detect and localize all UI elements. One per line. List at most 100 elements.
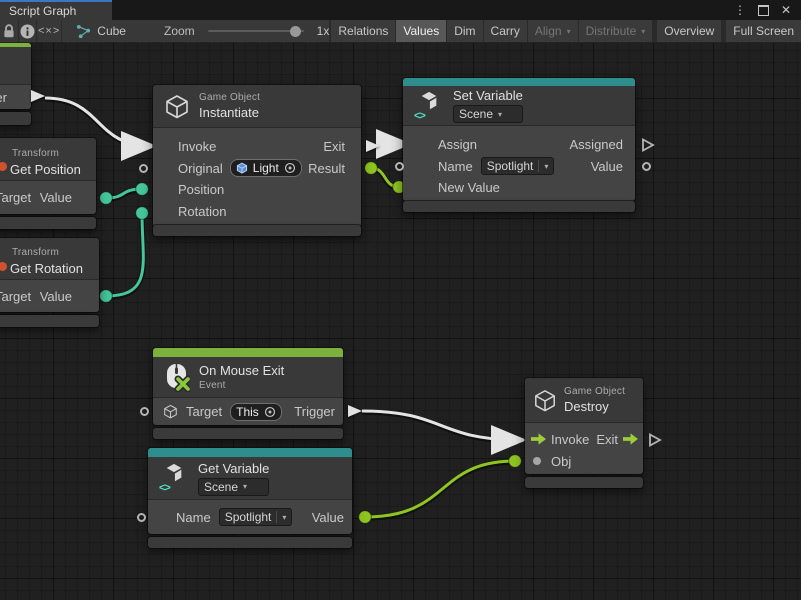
toolbar-button-full-screen[interactable]: Full Screen — [725, 20, 801, 42]
chevron-down-icon: ▾ — [544, 162, 548, 171]
variable-scope-dropdown[interactable]: Scene ▾ — [453, 105, 523, 123]
object-picker-icon[interactable] — [284, 162, 296, 174]
port-row-target-value: Target Value — [0, 280, 99, 312]
node-get-variable[interactable]: <> Get Variable Scene ▾ Name Spotlight ▾… — [148, 448, 352, 534]
node-header: Game Object Destroy — [525, 378, 643, 423]
original-input-port[interactable] — [139, 164, 148, 173]
value-label: Value — [591, 159, 623, 174]
toolbar-button-align[interactable]: Align▾ — [527, 20, 578, 42]
variable-name-dropdown[interactable]: Spotlight ▾ — [219, 508, 293, 526]
node-title: Get Rotation — [10, 261, 83, 276]
toolbar-button-overview[interactable]: Overview — [656, 20, 721, 42]
node-footer — [403, 201, 635, 212]
port-row-name-value: Name Spotlight ▾ Value — [403, 155, 635, 177]
port-row-obj: Obj — [525, 450, 643, 472]
game-object-cube-icon — [163, 404, 178, 419]
mouse-exit-icon — [164, 362, 190, 392]
name-label: Name — [176, 510, 211, 525]
node-footer — [0, 112, 31, 125]
toolbar-button-relations[interactable]: Relations — [330, 20, 395, 42]
info-button[interactable] — [19, 20, 37, 42]
button-label: Values — [403, 24, 439, 38]
port-row-invoke-exit: Invoke Exit — [153, 136, 361, 157]
title-bar: Script Graph ⋮ ✕ — [0, 0, 801, 20]
original-object-field[interactable]: Light — [230, 159, 302, 177]
button-label: Align — [535, 24, 562, 38]
port-row-invoke-exit: Invoke Exit — [525, 428, 643, 450]
node-category: Transform — [12, 148, 59, 159]
game-object-cube-icon — [164, 94, 190, 119]
unity-script-graph-window: { "titlebar": { "tab_title": "Script Gra… — [0, 0, 801, 600]
value-label: Value — [40, 190, 72, 205]
value-output-port[interactable] — [642, 162, 651, 171]
chevron-down-icon: ▾ — [641, 27, 645, 36]
toolbar-button-dim[interactable]: Dim — [446, 20, 482, 42]
graph-icon — [76, 24, 91, 39]
connection-getposition-value-to-instantiate-position[interactable] — [100, 183, 149, 205]
trigger-output-port[interactable] — [31, 90, 45, 102]
object-picker-icon[interactable] — [264, 406, 276, 418]
zoom-slider-handle[interactable] — [290, 26, 301, 37]
graph-name: Cube — [97, 24, 126, 38]
chevron-down-icon: ▾ — [243, 482, 247, 491]
toolbar-button-values[interactable]: Values — [395, 20, 446, 42]
exit-output-port[interactable] — [648, 433, 662, 447]
connection-mouseexit-trigger-to-destroy-invoke[interactable] — [362, 411, 521, 441]
port-row-trigger: Trigger — [0, 85, 31, 109]
node-instantiate[interactable]: Game Object Instantiate Invoke Exit Orig… — [153, 85, 361, 227]
trigger-label: Trigger — [294, 404, 335, 419]
toolbar-button-distribute[interactable]: Distribute▾ — [578, 20, 653, 42]
variable-scope-dropdown[interactable]: Scene ▾ — [198, 478, 269, 496]
lock-button[interactable] — [0, 20, 19, 42]
name-value: Spotlight — [487, 159, 534, 173]
node-category: Game Object — [564, 386, 625, 397]
node-footer — [153, 428, 343, 439]
node-footer — [525, 477, 643, 488]
connection-getrotation-value-to-instantiate-rotation[interactable] — [100, 207, 149, 303]
scope-value: Scene — [459, 107, 493, 121]
result-label: Result — [308, 161, 345, 176]
node-set-variable[interactable]: <> Set Variable Scene ▾ Assign Assigned … — [403, 78, 635, 201]
original-label: Original — [178, 161, 223, 176]
port-row-target-value: Target Value — [0, 181, 96, 214]
rotation-label: Rotation — [178, 204, 226, 219]
window-menu-icon[interactable]: ⋮ — [734, 4, 746, 16]
variable-name-dropdown[interactable]: Spotlight ▾ — [481, 157, 555, 175]
button-label: Relations — [338, 24, 388, 38]
graph-toolbar: <×> Cube Zoom 1x RelationsValuesDimCarry… — [0, 20, 801, 43]
code-preview-button[interactable]: <×> — [37, 20, 62, 42]
port-row-assign-assigned: Assign Assigned — [403, 133, 635, 155]
node-get-rotation[interactable]: Transform Get Rotation Target Value — [0, 238, 99, 312]
node-on-mouse-exit[interactable]: On Mouse Exit Event Target This Trigger — [153, 348, 343, 425]
node-header: On Mouse Exit Event — [153, 357, 343, 398]
name-input-port[interactable] — [137, 513, 146, 522]
tab-script-graph[interactable]: Script Graph — [0, 0, 112, 20]
toolbar-button-carry[interactable]: Carry — [483, 20, 527, 42]
trigger-label: Trigger — [0, 90, 7, 105]
variable-strip — [148, 448, 352, 457]
trigger-output-port[interactable] — [348, 405, 362, 417]
node-footer — [148, 537, 352, 548]
assigned-output-port[interactable] — [641, 138, 655, 152]
connection-instantiate-exit-to-setvariable-assign[interactable] — [379, 144, 406, 147]
window-close-icon[interactable]: ✕ — [781, 4, 791, 16]
name-input-port[interactable] — [395, 162, 404, 171]
connection-getvariable-value-to-destroy-obj[interactable] — [359, 455, 522, 524]
node-header: <> Get Variable Scene ▾ — [148, 457, 352, 500]
node-title: On Mouse Exit — [199, 363, 284, 378]
node-event-partial[interactable]: Trigger — [0, 43, 31, 109]
exit-output-port[interactable] — [366, 140, 380, 152]
variable-strip — [403, 78, 635, 86]
zoom-slider[interactable] — [208, 30, 304, 32]
chevron-down-icon: ▾ — [282, 513, 286, 522]
target-input-port[interactable] — [140, 407, 149, 416]
target-object-field[interactable]: This — [230, 403, 282, 421]
button-label: Overview — [664, 24, 714, 38]
window-maximize-icon[interactable] — [758, 5, 769, 16]
graph-canvas[interactable]: Trigger Transform Get Position Target Va… — [0, 43, 801, 600]
node-destroy[interactable]: Game Object Destroy Invoke Exit Obj — [525, 378, 643, 474]
node-footer — [0, 217, 96, 229]
invoke-label: Invoke — [551, 432, 589, 447]
node-get-position[interactable]: Transform Get Position Target Value — [0, 138, 96, 214]
target-label: Target — [0, 289, 31, 304]
